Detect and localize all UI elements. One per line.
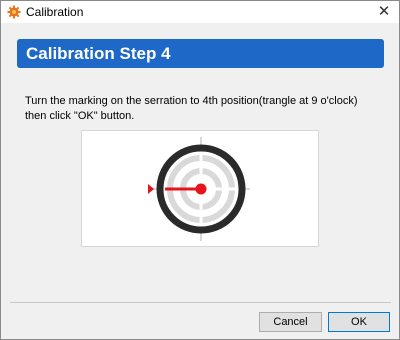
cancel-button[interactable]: Cancel bbox=[259, 312, 322, 332]
instruction-text: Turn the marking on the serration to 4th… bbox=[25, 94, 385, 124]
instruction-line-1: Turn the marking on the serration to 4th… bbox=[25, 95, 358, 107]
app-gear-icon bbox=[7, 5, 21, 19]
ok-button[interactable]: OK bbox=[328, 312, 390, 332]
position-triangle-marker bbox=[148, 184, 154, 194]
footer-separator bbox=[10, 302, 391, 303]
close-button[interactable]: ✕ bbox=[369, 1, 399, 23]
center-dot bbox=[195, 183, 207, 195]
step-header: Calibration Step 4 bbox=[17, 39, 384, 68]
calibration-dialog: Calibration ✕ Calibration Step 4 Turn th… bbox=[0, 0, 400, 340]
instruction-line-2: then click "OK" button. bbox=[25, 110, 135, 122]
close-icon: ✕ bbox=[377, 3, 391, 20]
title-bar: Calibration ✕ bbox=[1, 1, 399, 23]
calibration-figure bbox=[81, 130, 319, 247]
serration-diagram bbox=[148, 137, 250, 241]
window-title: Calibration bbox=[26, 5, 84, 19]
